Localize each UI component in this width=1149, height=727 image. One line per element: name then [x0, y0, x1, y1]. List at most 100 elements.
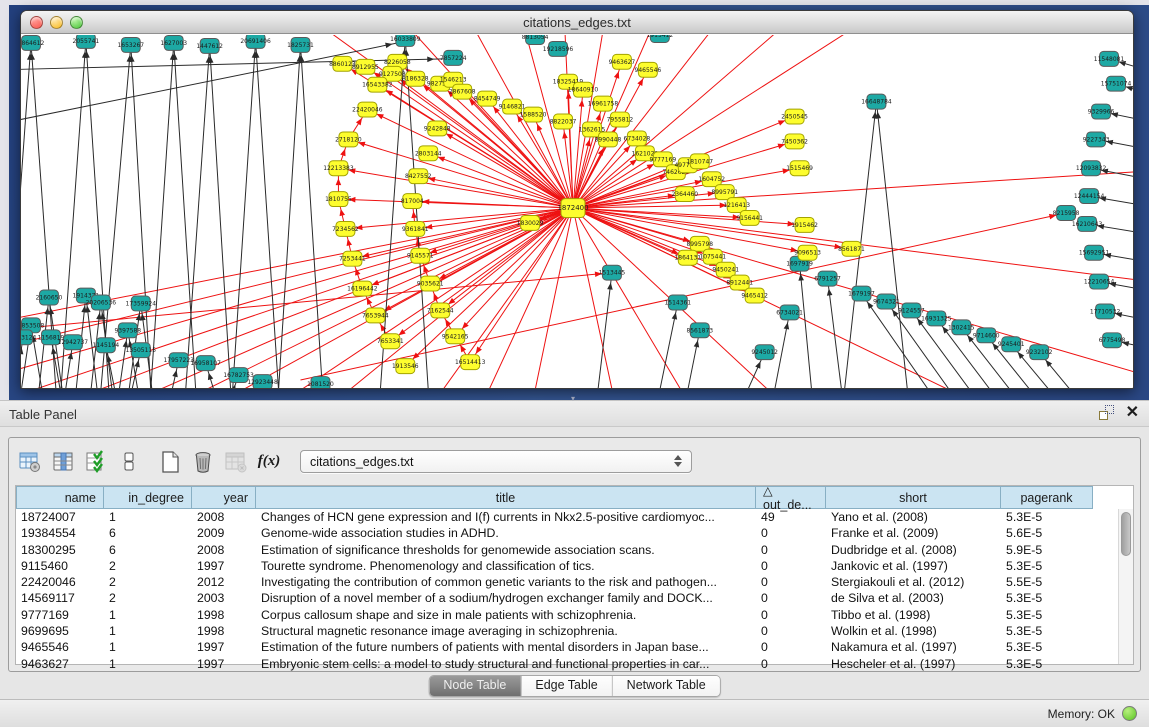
table-row[interactable]: 1872400712008Changes of HCN gene express… [16, 509, 1133, 525]
network-window-titlebar[interactable]: citations_edges.txt [21, 11, 1133, 34]
tab-network-table[interactable]: Network Table [612, 676, 720, 696]
node-label: 8995791 [711, 189, 738, 196]
column-header-out_de[interactable]: △ out_de... [756, 486, 826, 509]
table-cell: 1998 [192, 623, 256, 639]
table-cell: 5.3E-5 [1001, 656, 1093, 672]
node-label: 9242848 [424, 125, 451, 132]
node-label: 7450362 [781, 138, 808, 145]
tab-node-table[interactable]: Node Table [429, 676, 520, 696]
node-label: 1216413 [723, 202, 750, 209]
scrollbar-thumb[interactable] [1121, 512, 1131, 556]
node-label: 7162544 [427, 307, 454, 314]
node-label: 9145571 [407, 253, 434, 260]
node-label: 1915412 [647, 35, 674, 39]
table-row[interactable]: 946554611997Estimation of the future num… [16, 639, 1133, 655]
column-header-short[interactable]: short [826, 486, 1001, 509]
node-label: 1513445 [599, 270, 626, 277]
table-header-row: namein_degreeyeartitle△ out_de...shortpa… [16, 486, 1133, 509]
table-cell: Wolkin et al. (1998) [826, 623, 1001, 639]
table-cell: 2012 [192, 574, 256, 590]
table-vertical-scrollbar[interactable] [1118, 509, 1133, 664]
table-cell: 2 [104, 558, 192, 574]
delete-table-button[interactable] [222, 448, 250, 476]
float-panel-icon[interactable] [1099, 405, 1114, 420]
table-row[interactable]: 1456911722003Disruption of a novel membe… [16, 590, 1133, 606]
table-cell: 5.6E-5 [1001, 525, 1093, 541]
node-label: 9124557 [898, 307, 925, 314]
column-header-in_degree[interactable]: in_degree [104, 486, 192, 509]
table-selector-dropdown[interactable]: citations_edges.txt [300, 450, 692, 473]
node-label: 7857224 [440, 55, 467, 62]
table-mode-button[interactable] [115, 448, 143, 476]
column-header-pagerank[interactable]: pagerank [1001, 486, 1093, 509]
table-row[interactable]: 1938455462009Genome-wide association stu… [16, 525, 1133, 541]
table-cell: 9465546 [16, 639, 104, 655]
function-builder-button[interactable]: f(x) [255, 448, 283, 476]
node-label: 1302415 [948, 324, 975, 331]
table-row[interactable]: 977716911998Corpus callosum shape and si… [16, 607, 1133, 623]
table-cell: 2008 [192, 542, 256, 558]
table-row[interactable]: 1830029562008Estimation of significance … [16, 542, 1133, 558]
table-settings-icon [18, 450, 42, 474]
splitter-grip-icon[interactable]: ▾ [566, 396, 580, 402]
node-label: 8226058 [384, 59, 411, 66]
table-cell: Disruption of a novel member of a sodium… [256, 590, 756, 606]
table-cell: 0 [756, 525, 826, 541]
node-label: 8813054 [522, 35, 549, 41]
node-label: 12093832 [1076, 165, 1107, 172]
close-panel-icon[interactable]: ✕ [1126, 405, 1139, 420]
node-label: 9465546 [635, 67, 662, 74]
column-header-name[interactable]: name [16, 486, 104, 509]
table-cell: 1997 [192, 639, 256, 655]
table-row[interactable]: 2242004622012Investigating the contribut… [16, 574, 1133, 590]
table-cell: 1 [104, 623, 192, 639]
delete-table-icon [224, 450, 248, 474]
node-label: 1588520 [520, 112, 547, 119]
network-view-window[interactable]: citations_edges.txt 18646122055741165326… [20, 10, 1134, 389]
table-mode-icon [117, 450, 141, 474]
node-label: 17710532 [1090, 308, 1121, 315]
table-row[interactable]: 946362711997Embryonic stem cells: a mode… [16, 656, 1133, 672]
node-label: 6734021 [776, 309, 803, 316]
node-label: 1514361 [664, 299, 691, 306]
node-label: 2055741 [73, 38, 100, 45]
node-label: 9227343 [1083, 136, 1110, 143]
trash-icon [191, 450, 215, 474]
node-label: 16958107 [190, 360, 221, 367]
node-label: 1515469 [786, 165, 813, 172]
table-row[interactable]: 911546021997Tourette syndrome. Phenomeno… [16, 558, 1133, 574]
new-document-button[interactable] [156, 448, 184, 476]
table-cell: 1 [104, 639, 192, 655]
node-label: 20206536 [86, 299, 117, 306]
delete-rows-button[interactable] [189, 448, 217, 476]
select-rows-button[interactable] [82, 448, 110, 476]
node-label: 1145194 [93, 342, 120, 349]
network-canvas[interactable]: 1864612205574116532671627003144761220691… [21, 35, 1133, 388]
tab-edge-table[interactable]: Edge Table [520, 676, 611, 696]
node-label: 2867608 [449, 89, 476, 96]
node-label: 15692951 [1079, 250, 1110, 257]
show-column-button[interactable] [49, 448, 77, 476]
table-row[interactable]: 969969511998Structural magnetic resonanc… [16, 623, 1133, 639]
column-header-year[interactable]: year [192, 486, 256, 509]
node-label: 9777169 [650, 156, 677, 163]
column-header-title[interactable]: title [256, 486, 756, 509]
table-settings-button[interactable] [16, 448, 44, 476]
status-bar: Memory: OK [0, 699, 1149, 727]
node-label: 6775498 [1099, 337, 1126, 344]
node-label: 1653267 [117, 42, 144, 49]
table-cell: 5.3E-5 [1001, 607, 1093, 623]
node-label: 7653944 [362, 312, 389, 319]
node-label: 2364460 [671, 191, 698, 198]
node-label: 8995798 [686, 241, 713, 248]
node-label: 9156441 [736, 215, 763, 222]
node-label: 16961758 [588, 101, 619, 108]
node-label: 8427552 [405, 173, 432, 180]
network-desktop: citations_edges.txt 18646122055741165326… [9, 5, 1149, 400]
network-canvas-svg[interactable]: 1864612205574116532671627003144761220691… [21, 35, 1133, 388]
node-label: 16931325 [921, 315, 952, 322]
node-label: 9714600 [973, 332, 1000, 339]
node-label: 8215958 [1053, 210, 1080, 217]
node-label: 7234562 [332, 226, 359, 233]
table-cell: Corpus callosum shape and size in male p… [256, 607, 756, 623]
